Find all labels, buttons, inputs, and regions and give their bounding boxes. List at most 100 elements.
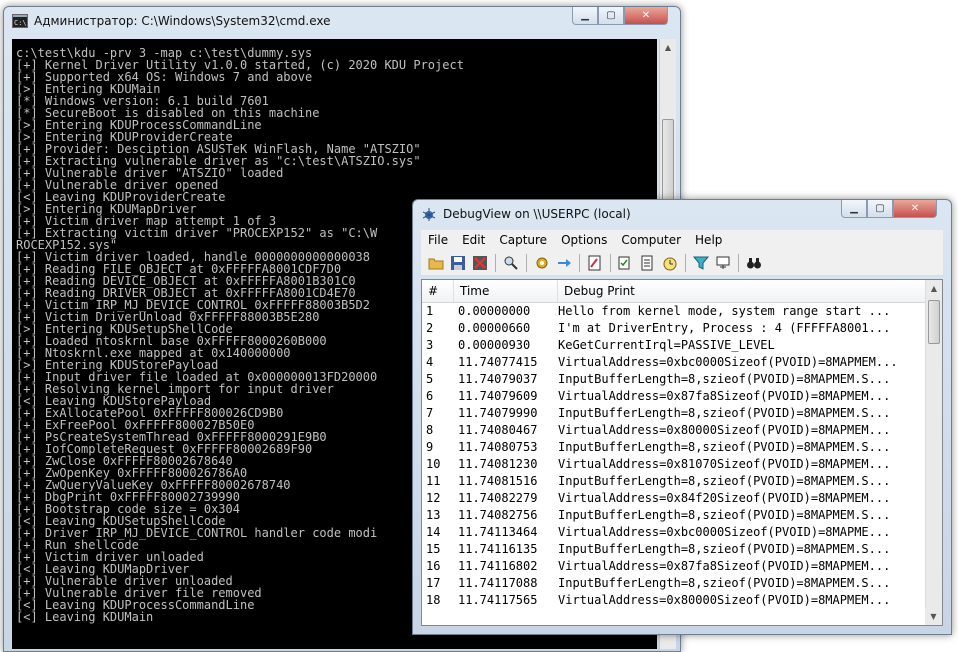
- clock-icon[interactable]: [659, 252, 681, 274]
- list-header: # Time Debug Print: [422, 280, 925, 303]
- maximize-icon[interactable]: ▢: [867, 200, 893, 218]
- row-number: 9: [426, 440, 434, 454]
- menu-help[interactable]: Help: [688, 233, 729, 247]
- row-debug-print: I'm at DriverEntry, Process : 4 (FFFFFA8…: [558, 321, 891, 335]
- menu-computer[interactable]: Computer: [614, 233, 688, 247]
- table-row[interactable]: 1 0.00000000 Hello from kernel mode, syste…: [422, 303, 925, 320]
- table-row[interactable]: 16 11.74116802 VirtualAddress=0x87fa8Sizeo…: [422, 558, 925, 575]
- table-row[interactable]: 15 11.74116135 InputBufferLength=8,szieof(…: [422, 541, 925, 558]
- row-debug-print: InputBufferLength=8,szieof(PVOID)=8MAPME…: [558, 440, 891, 454]
- list-scrollbar[interactable]: ▲: [925, 280, 942, 625]
- table-row[interactable]: 14 11.74113464 VirtualAddress=0xbc0000Size…: [422, 524, 925, 541]
- row-debug-print: VirtualAddress=0x80000Sizeof(PVOID)=8MAP…: [558, 593, 891, 607]
- cmd-app-icon: C:\: [12, 14, 28, 28]
- table-row[interactable]: 13 11.74082756 InputBufferLength=8,szieof(…: [422, 507, 925, 524]
- row-time: 11.74082279: [458, 491, 538, 505]
- row-debug-print: VirtualAddress=0x87fa8Sizeof(PVOID)=8MAP…: [558, 389, 891, 403]
- row-time: 11.74113464: [458, 525, 538, 539]
- highlight-icon[interactable]: [712, 252, 734, 274]
- debugview-app-icon: [422, 208, 436, 221]
- find-icon[interactable]: [500, 252, 522, 274]
- column-header-debug-print[interactable]: Debug Print: [558, 280, 930, 302]
- row-debug-print: VirtualAddress=0x84f20Sizeof(PVOID)=8MAP…: [558, 491, 891, 505]
- row-time: 11.74116135: [458, 542, 538, 556]
- autoscroll-icon[interactable]: [637, 252, 659, 274]
- row-debug-print: InputBufferLength=8,szieof(PVOID)=8MAPME…: [558, 372, 891, 386]
- row-debug-print: Hello from kernel mode, system range sta…: [558, 304, 891, 318]
- debugview-title: DebugView on \\USERPC (local): [443, 207, 631, 221]
- open-folder-icon[interactable]: [425, 252, 447, 274]
- table-row[interactable]: 18 11.74117565 VirtualAddress=0x80000Sizeo…: [422, 592, 925, 609]
- binoculars-icon[interactable]: [743, 252, 765, 274]
- table-row[interactable]: 2 0.00000660 I'm at DriverEntry, Process :…: [422, 320, 925, 337]
- scroll-up-icon[interactable]: ▲: [660, 39, 676, 56]
- save-icon[interactable]: [447, 252, 469, 274]
- table-row[interactable]: 6 11.74079609 VirtualAddress=0x87fa8Sizeof…: [422, 388, 925, 405]
- filter-icon[interactable]: [690, 252, 712, 274]
- row-debug-print: InputBufferLength=8,szieof(PVOID)=8MAPME…: [558, 542, 891, 556]
- scroll-down-icon[interactable]: ▼: [925, 608, 942, 625]
- row-number: 5: [426, 372, 434, 386]
- row-time: 11.74080753: [458, 440, 538, 454]
- row-time: 11.74077415: [458, 355, 538, 369]
- row-debug-print: VirtualAddress=0x80000Sizeof(PVOID)=8MAP…: [558, 423, 891, 437]
- row-debug-print: VirtualAddress=0x87fa8Sizeof(PVOID)=8MAP…: [558, 559, 891, 573]
- row-number: 18: [426, 593, 441, 607]
- row-number: 15: [426, 542, 441, 556]
- column-header-number[interactable]: #: [422, 280, 454, 302]
- clock-time-icon[interactable]: [615, 252, 637, 274]
- capture-kernel-icon[interactable]: [531, 252, 553, 274]
- close-icon[interactable]: ✕: [624, 7, 668, 25]
- arrow-right-icon[interactable]: [553, 252, 575, 274]
- table-row[interactable]: 5 11.74079037 InputBufferLength=8,szieof(P…: [422, 371, 925, 388]
- row-time: 11.74079990: [458, 406, 538, 420]
- cmd-title: Администратор: C:\Windows\System32\cmd.e…: [34, 14, 331, 28]
- row-time: 11.74079037: [458, 372, 538, 386]
- debug-output-list[interactable]: # Time Debug Print 1 0.00000000 Hello from…: [421, 279, 943, 626]
- table-row[interactable]: 17 11.74117088 InputBufferLength=8,szieof(…: [422, 575, 925, 592]
- svg-text:C:\: C:\: [14, 19, 27, 27]
- toolbar-separator: [579, 253, 580, 272]
- menu-capture[interactable]: Capture: [492, 233, 554, 247]
- scroll-up-icon[interactable]: ▲: [926, 280, 942, 297]
- row-debug-print: InputBufferLength=8,szieof(PVOID)=8MAPME…: [558, 474, 891, 488]
- row-time: 0.00000660: [458, 321, 531, 335]
- row-number: 13: [426, 508, 441, 522]
- cmd-caption-buttons: ▁ ▢ ✕: [572, 7, 668, 25]
- menu-edit[interactable]: Edit: [455, 233, 492, 247]
- row-number: 8: [426, 423, 434, 437]
- clear-display-icon[interactable]: [584, 252, 606, 274]
- capture-stop-icon[interactable]: [469, 252, 491, 274]
- minimize-icon[interactable]: ▁: [572, 7, 598, 25]
- toolbar-separator: [610, 253, 611, 272]
- table-row[interactable]: 10 11.74081230 VirtualAddress=0x81070Sizeo…: [422, 456, 925, 473]
- row-time: 0.00000930: [458, 338, 531, 352]
- row-time: 11.74080467: [458, 423, 538, 437]
- row-debug-print: VirtualAddress=0x81070Sizeof(PVOID)=8MAP…: [558, 457, 891, 471]
- toolbar-separator: [526, 253, 527, 272]
- close-icon[interactable]: ✕: [893, 200, 937, 218]
- row-number: 12: [426, 491, 441, 505]
- table-row[interactable]: 3 0.00000930 KeGetCurrentIrql=PASSIVE_LEVE…: [422, 337, 925, 354]
- table-row[interactable]: 4 11.74077415 VirtualAddress=0xbc0000Sizeo…: [422, 354, 925, 371]
- minimize-icon[interactable]: ▁: [841, 200, 867, 218]
- table-row[interactable]: 9 11.74080753 InputBufferLength=8,szieof(P…: [422, 439, 925, 456]
- row-time: 11.74117565: [458, 593, 538, 607]
- table-row[interactable]: 12 11.74082279 VirtualAddress=0x84f20Sizeo…: [422, 490, 925, 507]
- table-row[interactable]: 11 11.74081516 InputBufferLength=8,szieof(…: [422, 473, 925, 490]
- row-number: 17: [426, 576, 441, 590]
- menu-file[interactable]: File: [421, 233, 455, 247]
- row-debug-print: VirtualAddress=0xbc0000Sizeof(PVOID)=8MA…: [558, 525, 891, 539]
- scrollbar-thumb[interactable]: [928, 300, 940, 344]
- table-row[interactable]: 7 11.74079990 InputBufferLength=8,szieof(P…: [422, 405, 925, 422]
- column-header-time[interactable]: Time: [454, 280, 558, 302]
- maximize-icon[interactable]: ▢: [598, 7, 624, 25]
- table-row[interactable]: 8 11.74080467 VirtualAddress=0x80000Sizeof…: [422, 422, 925, 439]
- row-number: 11: [426, 474, 441, 488]
- toolbar-separator: [738, 253, 739, 272]
- row-time: 0.00000000: [458, 304, 531, 318]
- menu-options[interactable]: Options: [554, 233, 614, 247]
- debugview-window: DebugView on \\USERPC (local) ▁ ▢ ✕ File…: [412, 199, 952, 635]
- toolbar-separator: [685, 253, 686, 272]
- row-number: 7: [426, 406, 434, 420]
